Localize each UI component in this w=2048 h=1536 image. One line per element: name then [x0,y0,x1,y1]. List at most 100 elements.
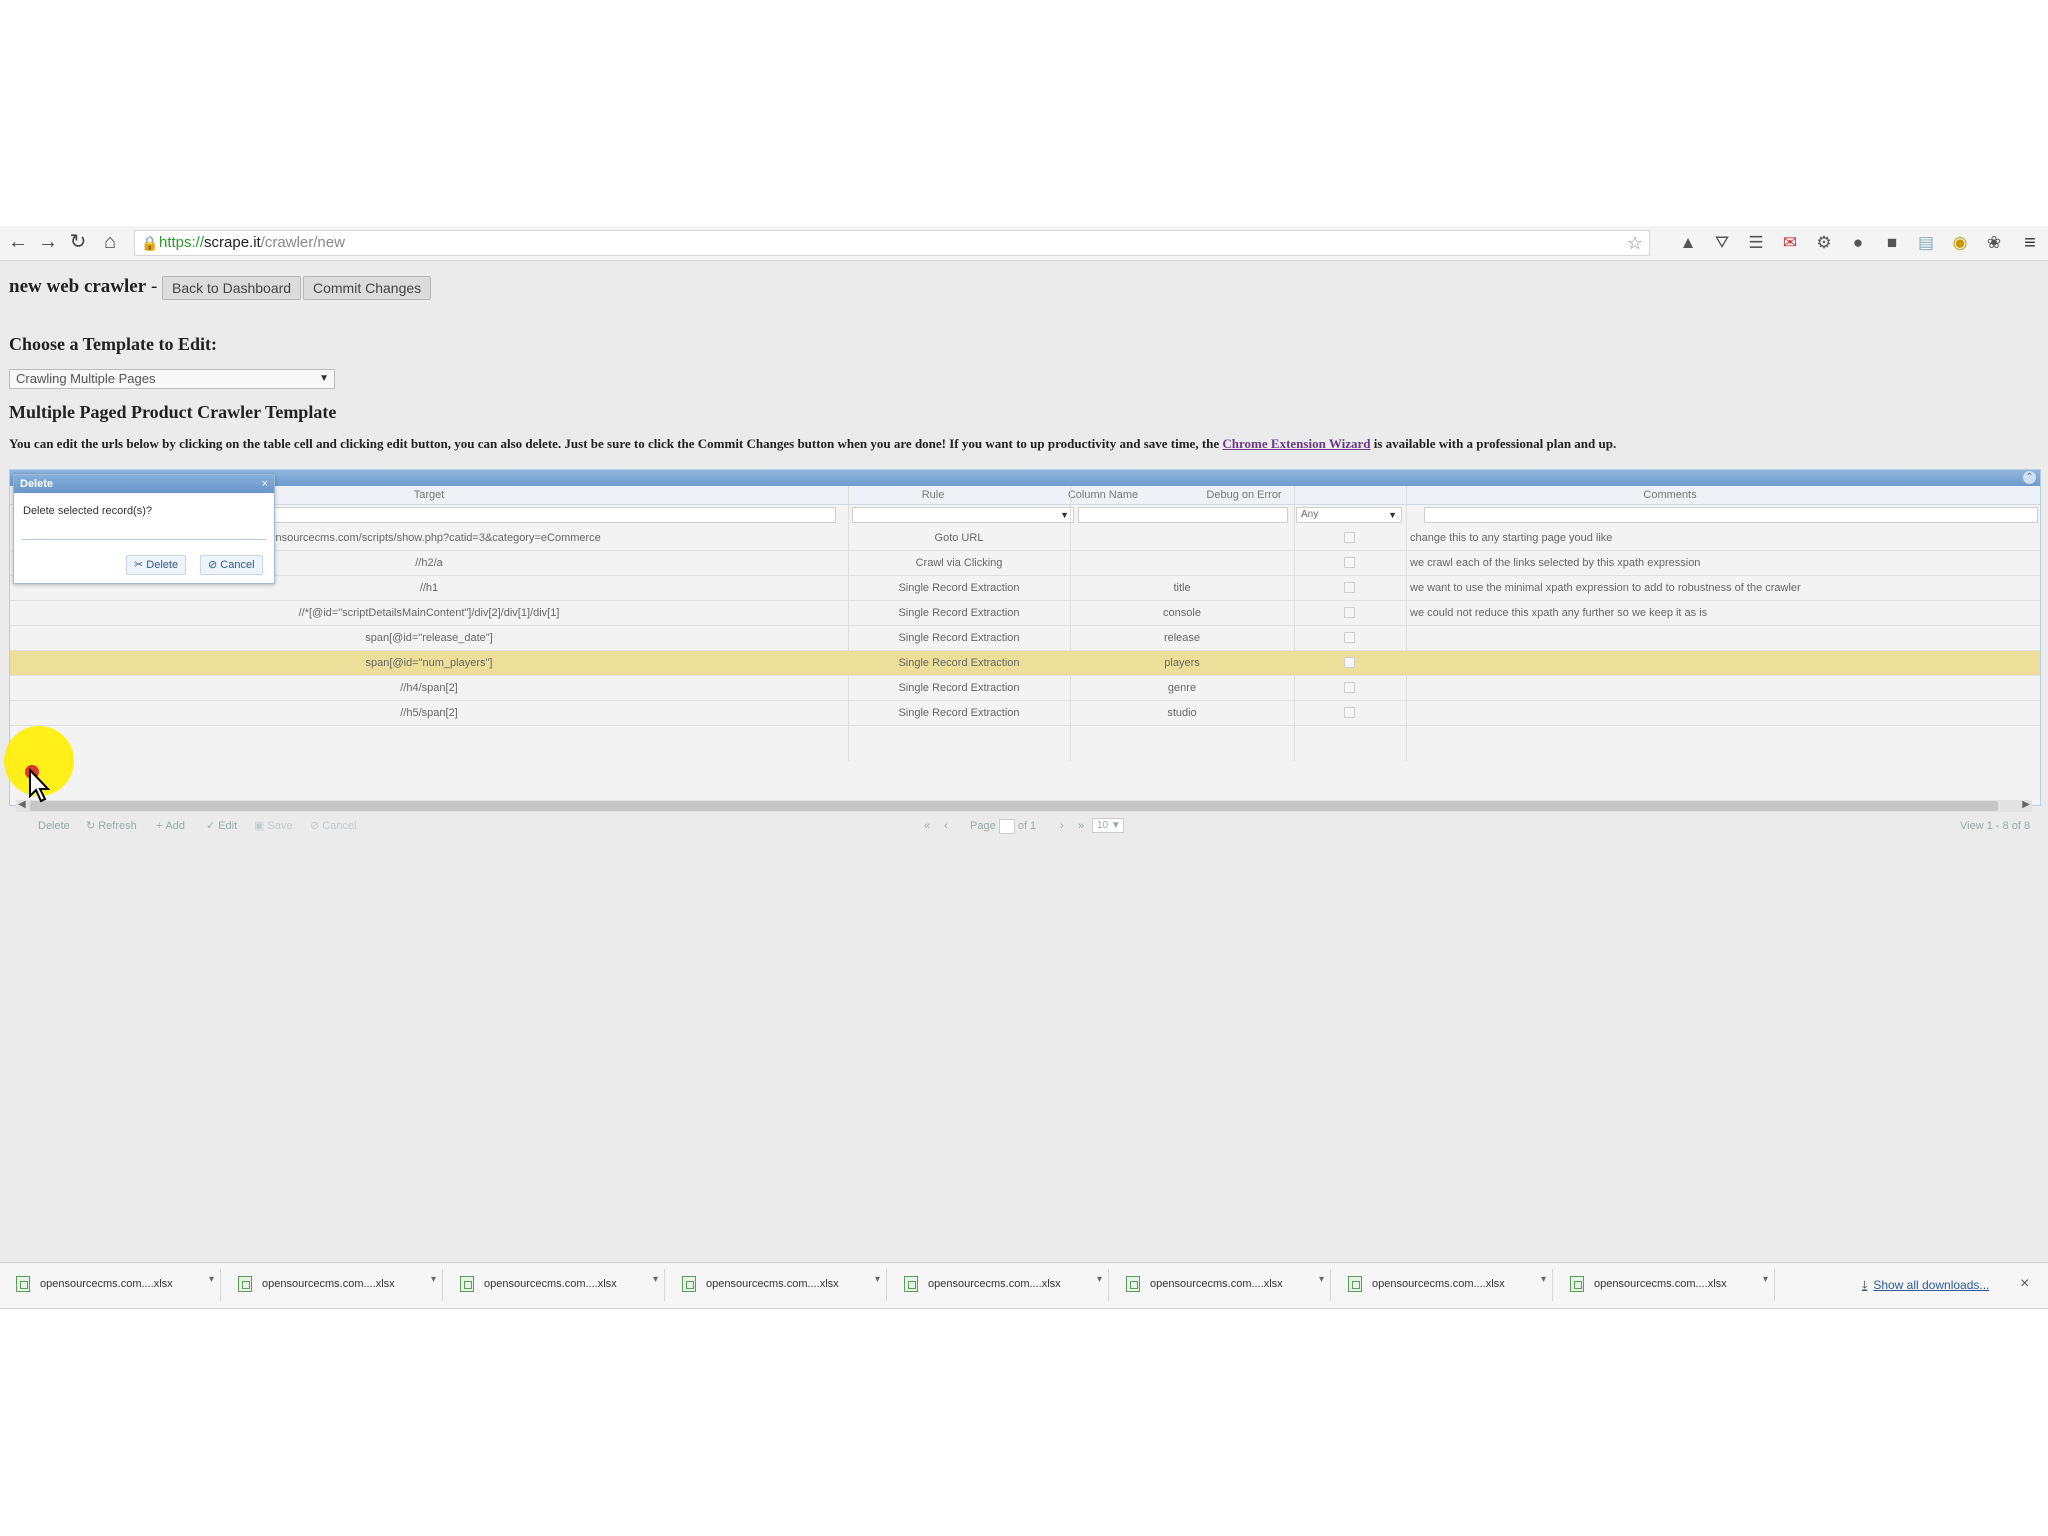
download-item[interactable]: opensourcecms.com....xlsx ▾ [1116,1269,1331,1301]
scrollbar-thumb[interactable] [30,801,1998,811]
address-bar[interactable]: 🔒 https://scrape.it/crawler/new ☆ [134,230,1650,256]
gear-icon[interactable]: ⚙ [1812,231,1836,255]
cell-comment[interactable] [1406,626,2040,650]
wrench-icon[interactable]: ❀ [1982,231,2006,255]
debug-checkbox[interactable] [1344,682,1355,693]
dialog-delete-button[interactable]: ✂ Delete [126,555,187,575]
back-icon[interactable]: ← [6,230,30,254]
cell-rule[interactable]: Goto URL [848,526,1070,550]
cell-comment[interactable] [1406,701,2040,725]
dialog-cancel-button[interactable]: ⊘ Cancel [200,555,263,575]
cell-rule[interactable]: Crawl via Clicking [848,551,1070,575]
prev-page-icon[interactable]: ‹ [944,818,948,834]
edit-button[interactable]: ✓ Edit [206,818,237,834]
cell-column-name[interactable]: players [1070,651,1294,675]
download-item[interactable]: opensourcecms.com....xlsx ▾ [228,1269,443,1301]
download-item[interactable]: opensourcecms.com....xlsx ▾ [1560,1269,1775,1301]
collapse-icon[interactable]: ⌃ [2023,471,2036,484]
table-row[interactable]: opensourcecms.com/scripts/show.php?catid… [10,526,2040,551]
cell-rule[interactable]: Single Record Extraction [848,626,1070,650]
scroll-left-icon[interactable]: ◀ [18,799,26,810]
cell-comment[interactable]: we could not reduce this xpath any furth… [1406,601,2040,625]
cell-target[interactable]: //*[@id="scriptDetailsMainContent"]/div[… [10,601,848,625]
table-row[interactable]: //h1 Single Record Extraction title we want… [10,576,2040,601]
chevron-down-icon[interactable]: ▾ [653,1274,658,1285]
debug-checkbox[interactable] [1344,657,1355,668]
target-icon[interactable]: ◉ [1948,231,1972,255]
add-button[interactable]: + Add [156,818,185,834]
cancel-edit-button[interactable]: ⊘ Cancel [310,818,356,834]
document-icon[interactable]: ▤ [1914,231,1938,255]
chrome-extension-link[interactable]: Chrome Extension Wizard [1222,436,1370,451]
column-name-filter-input[interactable] [1078,507,1288,523]
cell-comment[interactable] [1406,651,2040,675]
debug-checkbox[interactable] [1344,607,1355,618]
home-icon[interactable]: ⌂ [98,230,122,254]
cell-comment[interactable] [1406,676,2040,700]
table-row[interactable]: //*[@id="scriptDetailsMainContent"]/div[… [10,601,2040,626]
cell-column-name[interactable]: console [1070,601,1294,625]
extension-icon[interactable]: ▲ [1676,231,1700,255]
cell-rule[interactable]: Single Record Extraction [848,651,1070,675]
column-header-comments[interactable]: Comments [1300,486,2040,504]
page-number-input[interactable] [998,818,1015,834]
close-icon[interactable]: × [2020,1275,2029,1293]
refresh-button[interactable]: ↻ Refresh [86,818,137,834]
column-header-rule[interactable]: Rule [848,486,1018,504]
cell-rule[interactable]: Single Record Extraction [848,676,1070,700]
template-select[interactable]: Crawling Multiple Pages ▼ [9,369,335,389]
reload-icon[interactable]: ↻ [66,230,90,254]
debug-checkbox[interactable] [1344,632,1355,643]
table-row[interactable]: span[@id="release_date"] Single Record Ex… [10,626,2040,651]
download-item[interactable]: opensourcecms.com....xlsx ▾ [894,1269,1109,1301]
scroll-right-icon[interactable]: ▶ [2022,799,2030,810]
table-row[interactable]: //h4/span[2] Single Record Extraction genr… [10,676,2040,701]
chevron-down-icon[interactable]: ▾ [1319,1274,1324,1285]
debug-filter-select[interactable]: Any ▼ [1296,507,1402,523]
cell-rule[interactable]: Single Record Extraction [848,576,1070,600]
download-item[interactable]: opensourcecms.com....xlsx ▾ [672,1269,887,1301]
rule-filter-select[interactable]: ▼ [852,507,1074,523]
cell-target[interactable]: span[@id="num_players"] [10,651,848,675]
save-button[interactable]: ▣ Save [254,818,292,834]
cell-comment[interactable]: we want to use the minimal xpath express… [1406,576,2040,600]
horizontal-scrollbar[interactable]: ◀ ▶ [16,799,2032,812]
commit-changes-button[interactable]: Commit Changes [303,276,432,300]
chevron-down-icon[interactable]: ▾ [209,1274,214,1285]
column-header-column-name[interactable]: Column Name [1018,486,1188,504]
square-icon[interactable]: ■ [1880,231,1904,255]
table-row[interactable]: span[@id="num_players"] Single Record Ext… [10,651,2040,676]
show-all-downloads-link[interactable]: ⤓ Show all downloads... [1862,1278,1989,1293]
download-item[interactable]: opensourcecms.com....xlsx ▾ [1338,1269,1553,1301]
debug-checkbox[interactable] [1344,707,1355,718]
rows-per-page-select[interactable]: 10 ▼ [1092,818,1124,833]
back-to-dashboard-button[interactable]: Back to Dashboard [162,276,302,300]
chevron-down-icon[interactable]: ▾ [1541,1274,1546,1285]
cell-target[interactable]: span[@id="release_date"] [10,626,848,650]
column-header-debug-on-error[interactable]: Debug on Error [1188,486,1300,504]
cell-column-name[interactable]: genre [1070,676,1294,700]
next-page-icon[interactable]: › [1060,818,1064,834]
cell-column-name[interactable]: studio [1070,701,1294,725]
chevron-down-icon[interactable]: ▾ [875,1274,880,1285]
menu-icon[interactable]: ≡ [2018,231,2042,255]
delete-button[interactable]: Delete [38,818,70,834]
download-item[interactable]: opensourcecms.com....xlsx ▾ [450,1269,665,1301]
cell-rule[interactable]: Single Record Extraction [848,701,1070,725]
cell-comment[interactable]: change this to any starting page youd li… [1406,526,2040,550]
cell-column-name[interactable] [1070,526,1294,550]
debug-checkbox[interactable] [1344,557,1355,568]
cell-rule[interactable]: Single Record Extraction [848,601,1070,625]
cell-target[interactable]: //h5/span[2] [10,701,848,725]
chevron-down-icon[interactable]: ▾ [431,1274,436,1285]
last-page-icon[interactable]: » [1078,818,1084,834]
forward-icon[interactable]: → [36,230,60,254]
download-item[interactable]: opensourcecms.com....xlsx ▾ [6,1269,221,1301]
table-row[interactable]: //h2/a Crawl via Clicking we crawl each of… [10,551,2040,576]
cell-column-name[interactable]: release [1070,626,1294,650]
grid-icon[interactable]: ☰ [1744,231,1768,255]
star-icon[interactable]: ☆ [1627,231,1643,255]
chevron-down-icon[interactable]: ▾ [1097,1274,1102,1285]
first-page-icon[interactable]: « [924,818,930,834]
cell-column-name[interactable]: title [1070,576,1294,600]
